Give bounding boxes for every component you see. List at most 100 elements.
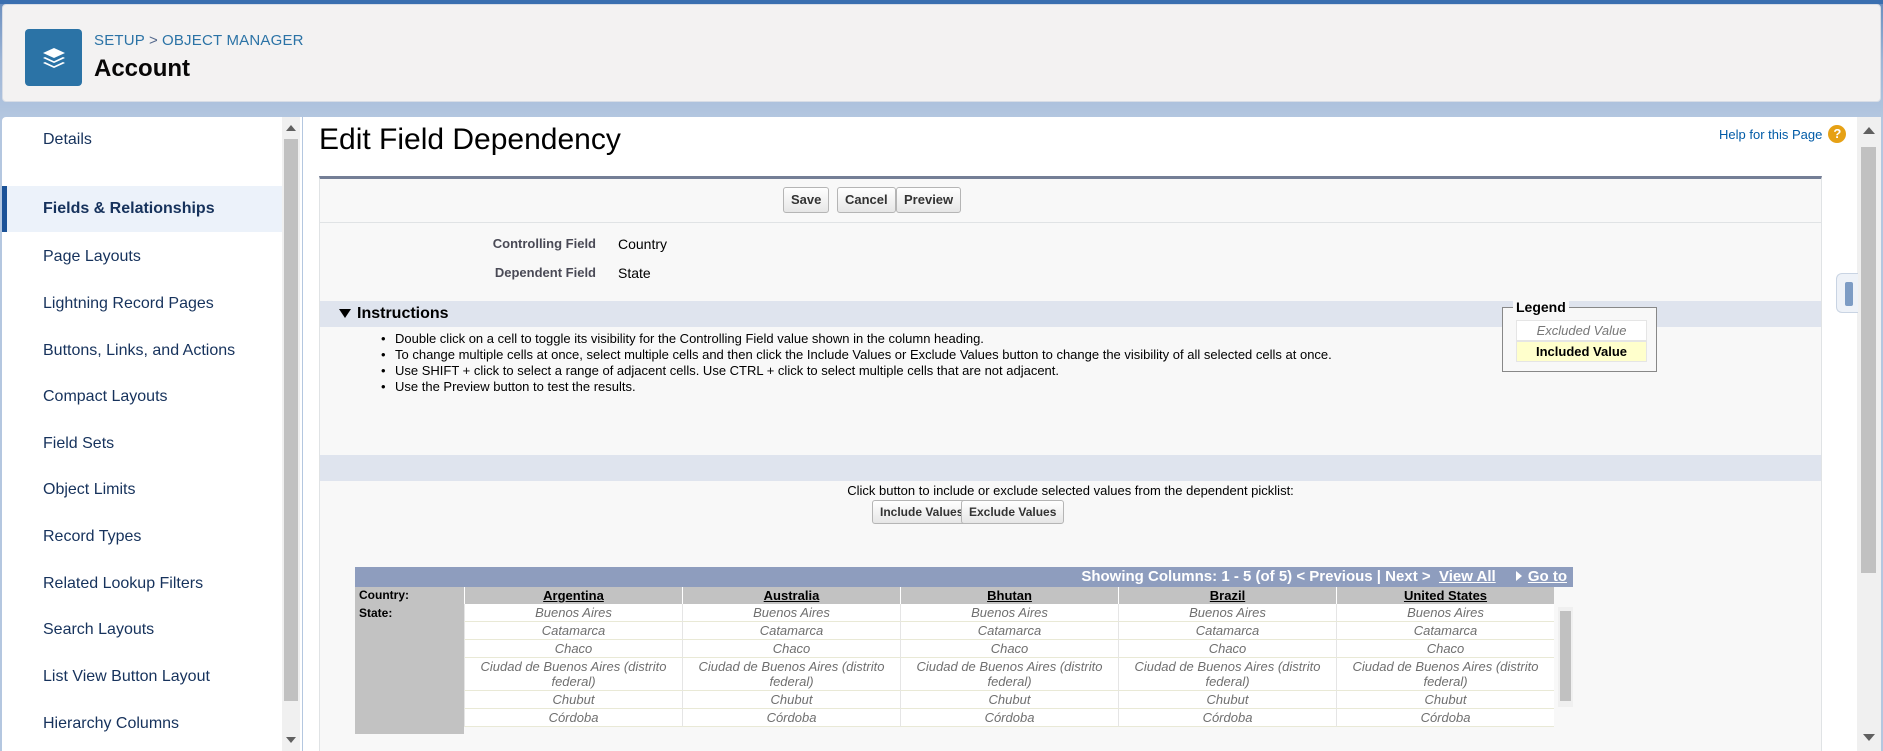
cancel-button[interactable]: Cancel: [837, 187, 896, 213]
matrix-cell[interactable]: Chaco: [900, 640, 1118, 658]
row-header-state: State:: [355, 604, 464, 734]
matrix-cell[interactable]: Buenos Aires: [464, 604, 682, 622]
sidebar-item-details[interactable]: Details: [2, 117, 282, 163]
sidebar-item-field-sets[interactable]: Field Sets: [2, 421, 282, 467]
button-row: Save Cancel Preview: [320, 179, 1821, 223]
matrix-cell[interactable]: Córdoba: [682, 709, 900, 727]
matrix-cell[interactable]: Ciudad de Buenos Aires (distrito federal…: [900, 658, 1118, 691]
object-header: SETUP > OBJECT MANAGER Account: [2, 4, 1881, 102]
help-link[interactable]: Help for this Page: [1719, 127, 1822, 142]
edit-field-dependency-title: Edit Field Dependency: [319, 123, 621, 156]
main-scrollbar[interactable]: [1857, 117, 1881, 751]
matrix-cell[interactable]: Córdoba: [1118, 709, 1336, 727]
utility-panel-tab[interactable]: [1836, 273, 1858, 313]
matrix-cell[interactable]: Chaco: [1118, 640, 1336, 658]
breadcrumb-separator: >: [149, 32, 158, 49]
scrollbar-thumb[interactable]: [284, 139, 298, 701]
matrix-cell[interactable]: Catamarca: [682, 622, 900, 640]
sidebar-item-lightning-record-pages[interactable]: Lightning Record Pages: [2, 281, 282, 327]
matrix-header-bar: Showing Columns: 1 - 5 (of 5) < Previous…: [355, 567, 1573, 587]
exclude-values-button[interactable]: Exclude Values: [961, 500, 1065, 524]
sidebar: Details Fields & Relationships Page Layo…: [2, 117, 302, 751]
breadcrumb-setup-link[interactable]: SETUP: [94, 32, 145, 49]
page-title: Account: [94, 55, 190, 82]
go-to-link[interactable]: Go to: [1528, 568, 1567, 585]
matrix-cell[interactable]: Ciudad de Buenos Aires (distrito federal…: [464, 658, 682, 691]
column-header-bhutan[interactable]: Bhutan: [900, 587, 1118, 604]
sidebar-item-fields-relationships[interactable]: Fields & Relationships: [2, 186, 282, 232]
matrix-cell[interactable]: Buenos Aires: [1336, 604, 1554, 622]
matrix-cell[interactable]: Ciudad de Buenos Aires (distrito federal…: [1118, 658, 1336, 691]
view-all-link[interactable]: View All: [1439, 568, 1496, 585]
matrix-cell[interactable]: Córdoba: [464, 709, 682, 727]
column-header-united-states[interactable]: United States: [1336, 587, 1554, 604]
matrix-cell[interactable]: Chubut: [1118, 691, 1336, 709]
scroll-down-arrow-icon[interactable]: [286, 737, 296, 743]
instruction-item: Use the Preview button to test the resul…: [381, 379, 1332, 395]
matrix-cell[interactable]: Chaco: [682, 640, 900, 658]
sidebar-item-compact-layouts[interactable]: Compact Layouts: [2, 374, 282, 420]
panel-handle-icon: [1845, 282, 1853, 306]
instruction-item: To change multiple cells at once, select…: [381, 347, 1332, 363]
matrix-cell[interactable]: Córdoba: [1336, 709, 1554, 727]
main-content: Edit Field Dependency Help for this Page…: [303, 117, 1857, 751]
layers-icon: [25, 29, 82, 86]
scrollbar-thumb[interactable]: [1861, 147, 1876, 573]
controlling-field-value: Country: [618, 236, 668, 252]
sidebar-item-object-limits[interactable]: Object Limits: [2, 467, 282, 513]
next-link[interactable]: Next >: [1385, 568, 1430, 585]
matrix-scrollbar[interactable]: [1558, 607, 1573, 707]
matrix-cell[interactable]: Catamarca: [464, 622, 682, 640]
matrix-cell[interactable]: Chubut: [900, 691, 1118, 709]
showing-columns-text: Showing Columns: 1 - 5 (of 5): [1081, 568, 1293, 585]
include-values-button[interactable]: Include Values: [872, 500, 972, 524]
matrix-cell[interactable]: Buenos Aires: [1118, 604, 1336, 622]
scroll-down-arrow-icon[interactable]: [1863, 734, 1875, 741]
sidebar-item-record-types[interactable]: Record Types: [2, 514, 282, 560]
save-button[interactable]: Save: [783, 187, 830, 213]
matrix-cell[interactable]: Chaco: [464, 640, 682, 658]
column-header-brazil[interactable]: Brazil: [1118, 587, 1336, 604]
matrix-cell[interactable]: Buenos Aires: [682, 604, 900, 622]
preview-button[interactable]: Preview: [896, 187, 962, 213]
click-hint-text: Click button to include or exclude selec…: [847, 483, 1294, 498]
sidebar-item-buttons-links-actions[interactable]: Buttons, Links, and Actions: [2, 328, 282, 374]
matrix-cell[interactable]: Catamarca: [1118, 622, 1336, 640]
sidebar-item-search-layouts[interactable]: Search Layouts: [2, 607, 282, 653]
column-header-australia[interactable]: Australia: [682, 587, 900, 604]
matrix-cell[interactable]: Chubut: [1336, 691, 1554, 709]
matrix-cell[interactable]: Chubut: [682, 691, 900, 709]
dependent-field-value: State: [618, 265, 651, 281]
matrix-cell[interactable]: Ciudad de Buenos Aires (distrito federal…: [682, 658, 900, 691]
previous-link[interactable]: < Previous: [1296, 568, 1372, 585]
matrix-cell[interactable]: Catamarca: [1336, 622, 1554, 640]
collapse-triangle-icon[interactable]: [339, 309, 351, 318]
pagination-separator: |: [1376, 568, 1381, 585]
sidebar-item-related-lookup-filters[interactable]: Related Lookup Filters: [2, 561, 282, 607]
matrix-pagination: Showing Columns: 1 - 5 (of 5) < Previous…: [1081, 568, 1567, 585]
instructions-list: Double click on a cell to toggle its vis…: [381, 331, 1332, 395]
matrix-cell[interactable]: Chubut: [464, 691, 682, 709]
breadcrumb-object-manager-link[interactable]: OBJECT MANAGER: [162, 32, 304, 49]
help-question-icon[interactable]: ?: [1828, 125, 1847, 143]
matrix-cell[interactable]: Córdoba: [900, 709, 1118, 727]
matrix-cell[interactable]: Catamarca: [900, 622, 1118, 640]
matrix-cell[interactable]: Chaco: [1336, 640, 1554, 658]
instruction-item: Use SHIFT + click to select a range of a…: [381, 363, 1332, 379]
column-header-argentina[interactable]: Argentina: [464, 587, 682, 604]
instruction-item: Double click on a cell to toggle its vis…: [381, 331, 1332, 347]
sidebar-item-page-layouts[interactable]: Page Layouts: [2, 234, 282, 280]
sidebar-item-hierarchy-columns[interactable]: Hierarchy Columns: [2, 701, 282, 747]
legend-excluded-value: Excluded Value: [1516, 320, 1647, 341]
scroll-up-arrow-icon[interactable]: [1863, 127, 1875, 134]
legend-box: Legend Excluded Value Included Value: [1502, 299, 1657, 372]
matrix-cell[interactable]: Buenos Aires: [900, 604, 1118, 622]
help-link-container[interactable]: Help for this Page ?: [1719, 125, 1847, 143]
sidebar-item-list-view-button-layout[interactable]: List View Button Layout: [2, 654, 282, 700]
scrollbar-thumb[interactable]: [1560, 611, 1571, 701]
instructions-title: Instructions: [357, 305, 449, 322]
sidebar-scrollbar[interactable]: [282, 117, 300, 751]
matrix-cell[interactable]: Ciudad de Buenos Aires (distrito federal…: [1336, 658, 1554, 691]
scroll-up-arrow-icon[interactable]: [286, 125, 296, 131]
legend-title: Legend: [1513, 299, 1569, 315]
